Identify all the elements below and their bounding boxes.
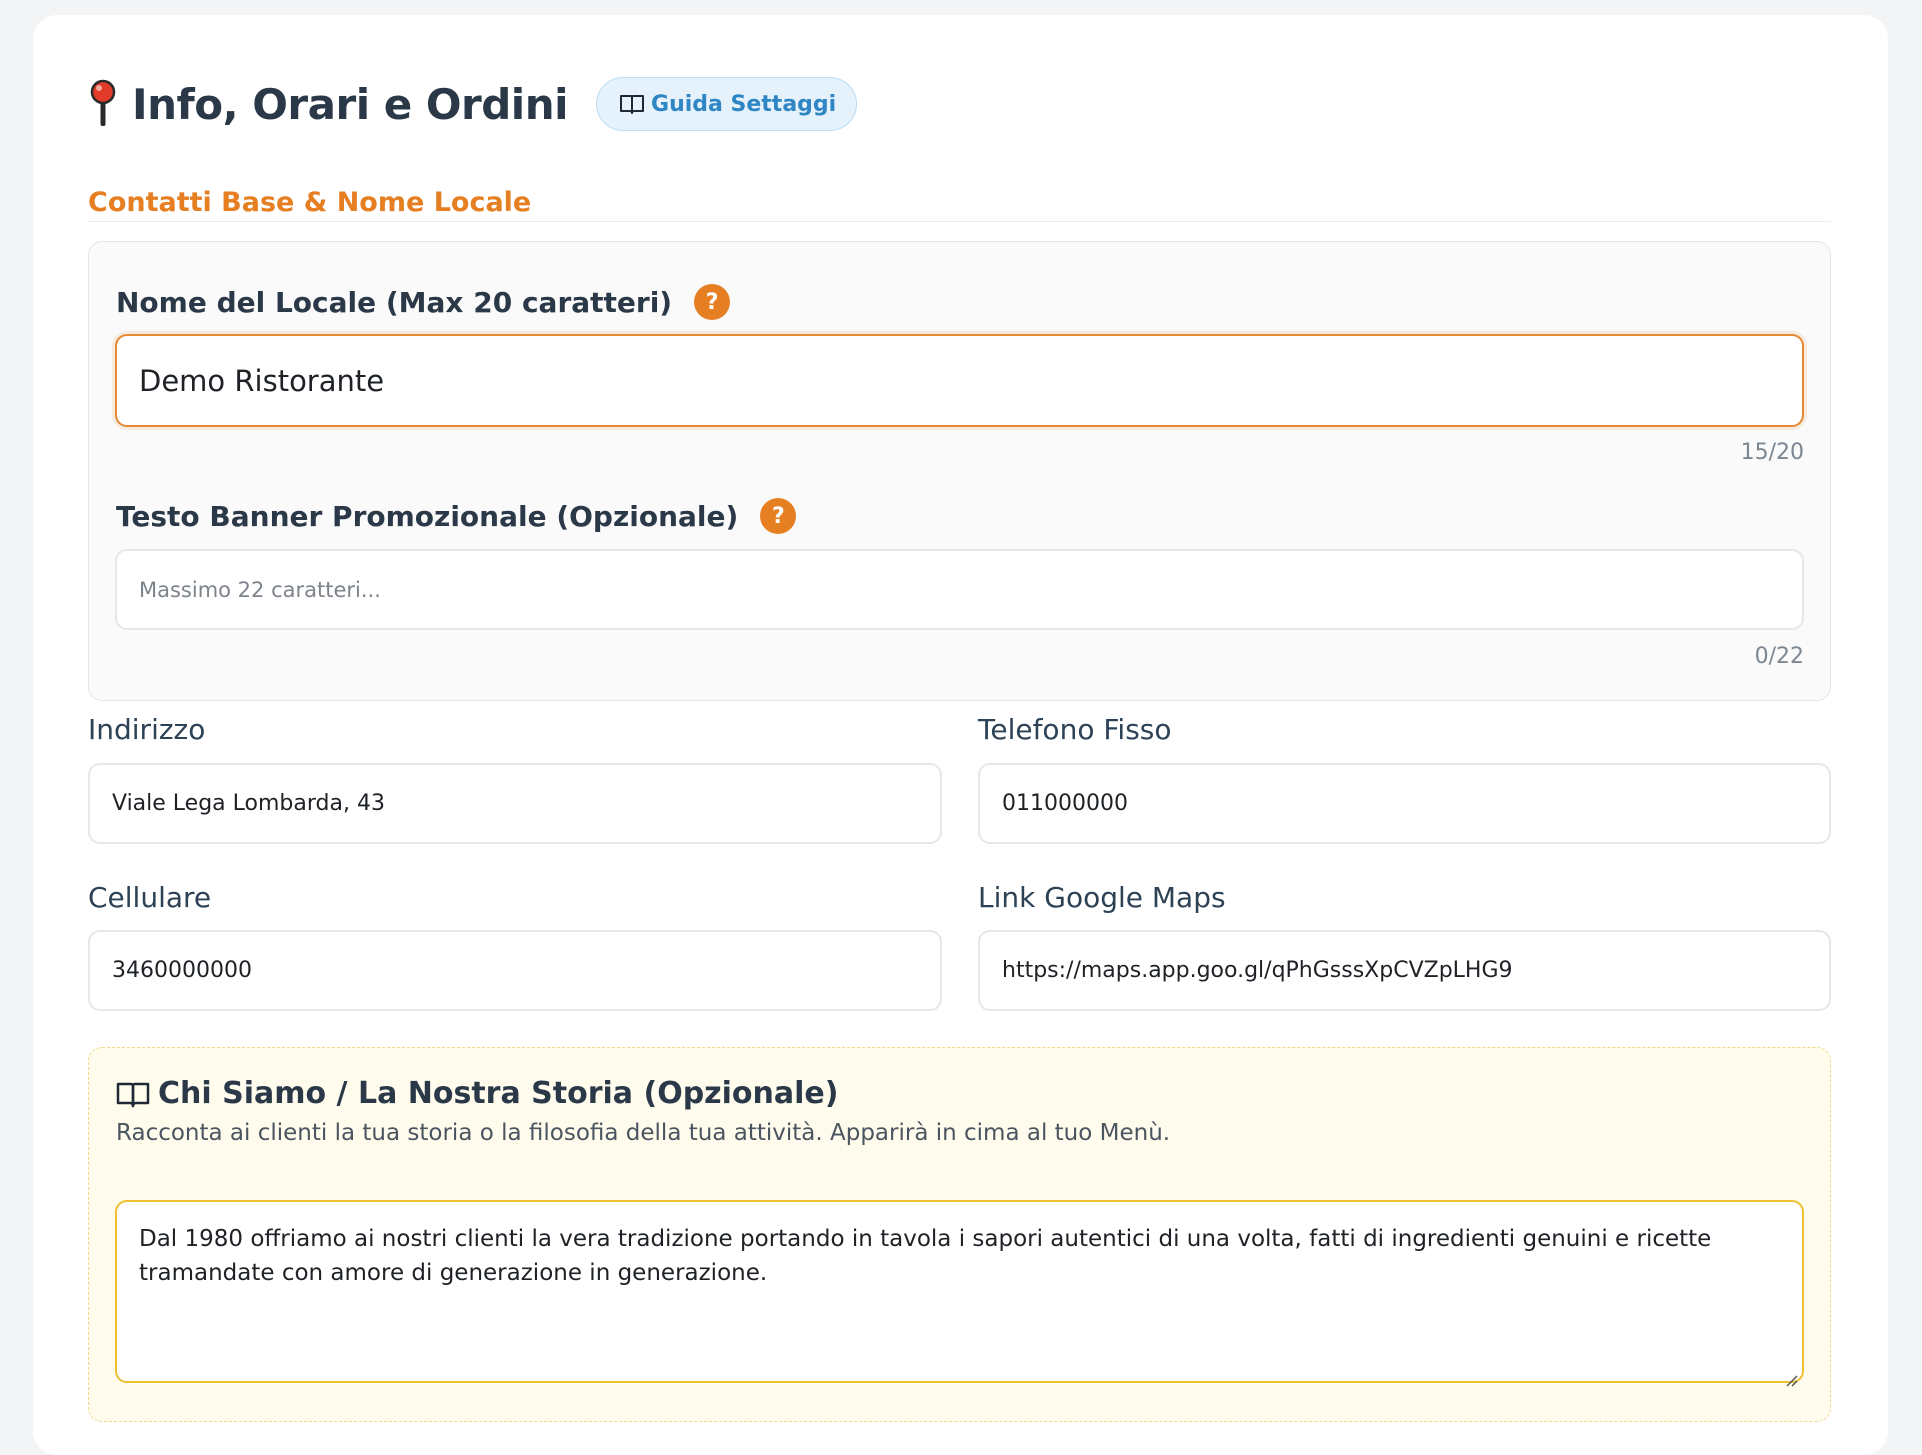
maps-link-value: https://maps.app.goo.gl/qPhGsssXpCVZpLHG… bbox=[1002, 958, 1513, 983]
address-input[interactable]: Viale Lega Lombarda, 43 bbox=[88, 763, 942, 844]
banner-label: Testo Banner Promozionale (Opzionale) bbox=[116, 499, 739, 533]
landline-value: 011000000 bbox=[1002, 791, 1128, 816]
guide-settings-button[interactable]: Guida Settaggi bbox=[596, 77, 858, 131]
about-us-textarea[interactable]: Dal 1980 offriamo ai nostri clienti la v… bbox=[115, 1200, 1804, 1387]
pin-icon bbox=[88, 79, 118, 129]
landline-label: Telefono Fisso bbox=[978, 713, 1172, 746]
address-value: Viale Lega Lombarda, 43 bbox=[112, 791, 385, 816]
mobile-label: Cellulare bbox=[88, 881, 212, 914]
section-divider bbox=[88, 221, 1831, 222]
about-us-title-row: Chi Siamo / La Nostra Storia (Opzionale) bbox=[116, 1076, 838, 1111]
address-label: Indirizzo bbox=[88, 713, 206, 746]
locale-name-label-row: Nome del Locale (Max 20 caratteri) ? bbox=[116, 284, 731, 320]
name-banner-panel: Nome del Locale (Max 20 caratteri) ? Dem… bbox=[88, 241, 1831, 701]
banner-placeholder: Massimo 22 caratteri... bbox=[139, 577, 381, 602]
banner-counter: 0/22 bbox=[1754, 644, 1804, 669]
page-header: Info, Orari e Ordini Guida Settaggi bbox=[88, 77, 858, 131]
locale-name-counter: 15/20 bbox=[1740, 440, 1804, 465]
section-title: Contatti Base & Nome Locale bbox=[88, 187, 532, 218]
banner-label-row: Testo Banner Promozionale (Opzionale) ? bbox=[116, 498, 797, 534]
locale-name-help-icon[interactable]: ? bbox=[694, 284, 731, 320]
locale-name-input[interactable]: Demo Ristorante bbox=[115, 334, 1804, 427]
settings-card: Info, Orari e Ordini Guida Settaggi Cont… bbox=[33, 15, 1888, 1455]
locale-name-label: Nome del Locale (Max 20 caratteri) bbox=[116, 285, 673, 319]
guide-settings-label: Guida Settaggi bbox=[651, 91, 837, 117]
maps-link-input[interactable]: https://maps.app.goo.gl/qPhGsssXpCVZpLHG… bbox=[978, 930, 1831, 1011]
landline-input[interactable]: 011000000 bbox=[978, 763, 1831, 844]
page-title: Info, Orari e Ordini bbox=[132, 79, 569, 129]
resize-handle-icon[interactable] bbox=[1784, 1363, 1798, 1387]
mobile-value: 3460000000 bbox=[112, 958, 252, 983]
banner-help-icon[interactable]: ? bbox=[760, 498, 797, 534]
book-icon bbox=[116, 1080, 150, 1108]
banner-input[interactable]: Massimo 22 caratteri... bbox=[115, 549, 1804, 630]
locale-name-value: Demo Ristorante bbox=[139, 363, 385, 398]
book-icon bbox=[619, 93, 645, 115]
about-us-description: Racconta ai clienti la tua storia o la f… bbox=[116, 1120, 1171, 1146]
about-us-text: Dal 1980 offriamo ai nostri clienti la v… bbox=[139, 1226, 1712, 1286]
about-us-panel: Chi Siamo / La Nostra Storia (Opzionale)… bbox=[88, 1047, 1831, 1422]
maps-label: Link Google Maps bbox=[978, 881, 1226, 914]
mobile-input[interactable]: 3460000000 bbox=[88, 930, 942, 1011]
about-us-title: Chi Siamo / La Nostra Storia (Opzionale) bbox=[158, 1076, 839, 1111]
